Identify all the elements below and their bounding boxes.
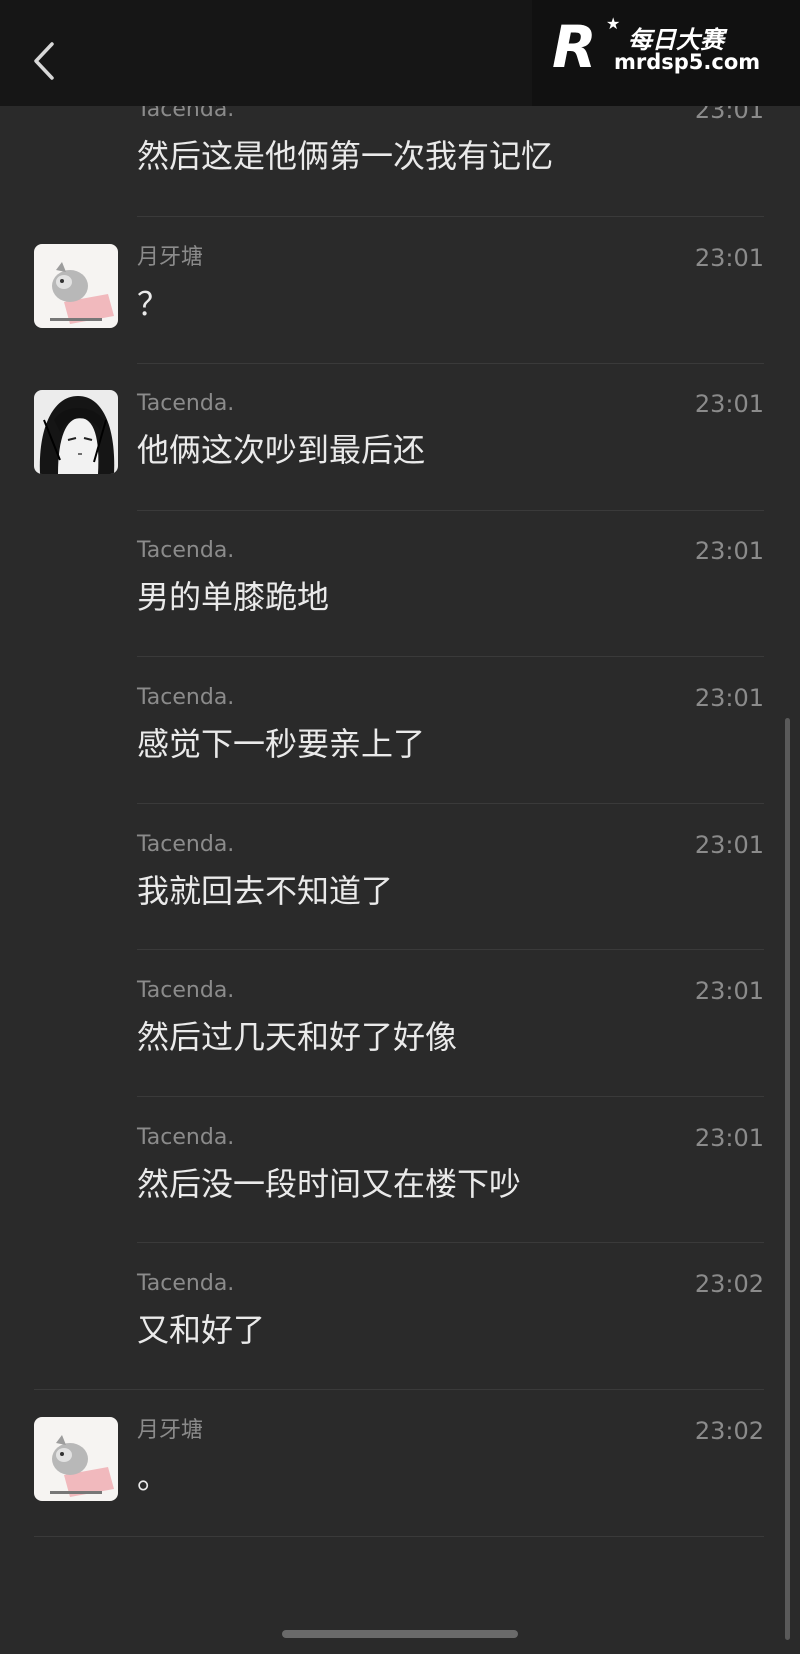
message-item[interactable]: 月牙塘 23:02 。 <box>0 1417 800 1564</box>
divider <box>137 656 764 657</box>
message-text: 。 <box>137 1458 170 1496</box>
message-text: 然后没一段时间又在楼下吵 <box>137 1165 522 1203</box>
message-text: 他俩这次吵到最后还 <box>137 431 426 469</box>
divider <box>137 510 764 511</box>
home-indicator[interactable] <box>282 1630 518 1638</box>
message-item[interactable]: Tacenda. 23:02 又和好了 <box>0 1270 800 1417</box>
message-text: 然后这是他俩第一次我有记忆 <box>137 137 554 175</box>
sender-name: Tacenda. <box>137 832 235 857</box>
sender-name: Tacenda. <box>137 1125 235 1150</box>
message-time: 23:01 <box>694 537 764 565</box>
message-text: 感觉下一秒要亲上了 <box>137 725 426 763</box>
divider <box>137 803 764 804</box>
watermark: R ★ 每日大赛 mrdsp5.com <box>532 0 800 106</box>
watermark-logo: R <box>552 13 597 81</box>
divider <box>137 1242 764 1243</box>
message-item[interactable]: Tacenda. 23:01 然后过几天和好了好像 <box>0 977 800 1124</box>
watermark-url: mrdsp5.com <box>614 50 761 74</box>
message-time: 23:01 <box>694 1124 764 1152</box>
message-item[interactable]: Tacenda. 23:01 感觉下一秒要亲上了 <box>0 684 800 831</box>
message-time: 23:02 <box>694 1270 764 1298</box>
sender-name: Tacenda. <box>137 978 235 1003</box>
star-icon: ★ <box>606 14 621 33</box>
divider <box>34 1389 764 1390</box>
message-item[interactable]: Tacenda. 23:01 我就回去不知道了 <box>0 831 800 978</box>
message-item[interactable]: Tacenda. 23:01 他俩这次吵到最后还 <box>0 390 800 537</box>
sender-name: 月牙塘 <box>137 245 204 270</box>
sender-name: Tacenda. <box>137 1271 235 1296</box>
message-time: 23:01 <box>694 390 764 418</box>
message-text: 然后过几天和好了好像 <box>137 1018 458 1056</box>
message-item[interactable]: Tacenda. 23:01 男的单膝跪地 <box>0 537 800 684</box>
avatar[interactable] <box>34 1417 118 1501</box>
message-time: 23:01 <box>694 831 764 859</box>
back-arrow-icon[interactable] <box>26 36 66 86</box>
message-text: 又和好了 <box>137 1311 266 1349</box>
avatar[interactable] <box>34 390 118 474</box>
sender-name: Tacenda. <box>137 538 235 563</box>
divider <box>137 949 764 950</box>
message-item[interactable]: Tacenda. 23:01 然后这是他俩第一次我有记忆 <box>0 96 800 243</box>
message-time: 23:01 <box>694 977 764 1005</box>
message-text: ？ <box>137 285 170 323</box>
sender-name: 月牙塘 <box>137 1418 204 1443</box>
message-time: 23:01 <box>694 684 764 712</box>
divider <box>137 363 764 364</box>
message-item[interactable]: Tacenda. 23:01 然后没一段时间又在楼下吵 <box>0 1124 800 1271</box>
message-item[interactable]: 月牙塘 23:01 ？ <box>0 244 800 391</box>
divider <box>137 216 764 217</box>
message-text: 男的单膝跪地 <box>137 578 330 616</box>
divider <box>34 1536 764 1537</box>
avatar[interactable] <box>34 244 118 328</box>
sender-name: Tacenda. <box>137 391 235 416</box>
scrollbar[interactable] <box>785 718 790 1640</box>
top-bar: R ★ 每日大赛 mrdsp5.com <box>0 0 800 106</box>
message-time: 23:02 <box>694 1417 764 1445</box>
message-time: 23:01 <box>694 244 764 272</box>
sender-name: Tacenda. <box>137 685 235 710</box>
divider <box>137 1096 764 1097</box>
message-text: 我就回去不知道了 <box>137 872 394 910</box>
